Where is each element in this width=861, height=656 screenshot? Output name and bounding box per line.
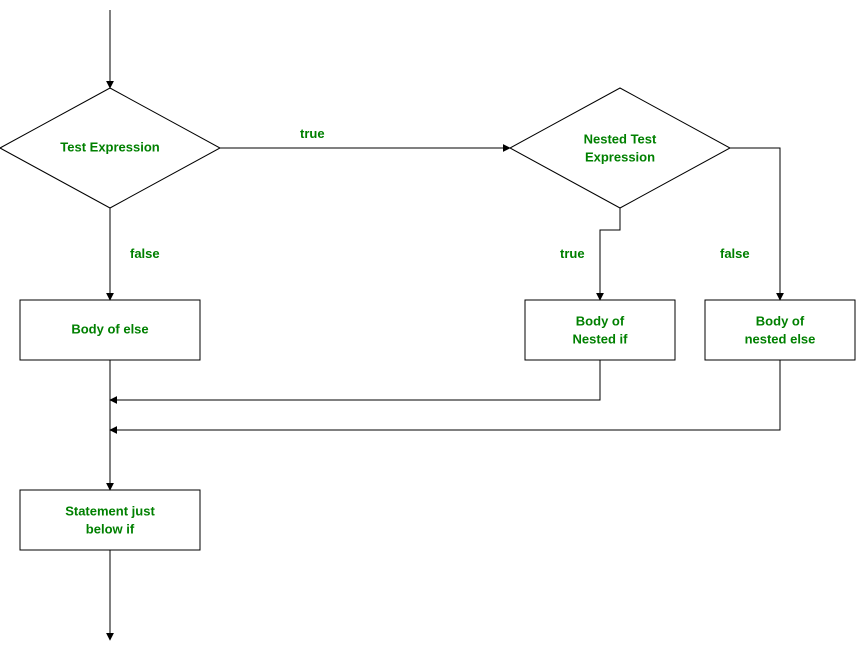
- statement-below-if-label-line2: below if: [86, 521, 135, 536]
- edge-testexpr-true-label: true: [300, 126, 325, 141]
- edge-testexpr-false-label: false: [130, 246, 160, 261]
- edge-nestedelse-merge: [110, 360, 780, 430]
- edge-nested-false: false: [720, 148, 780, 300]
- body-of-nested-if-node: Body of Nested if: [525, 300, 675, 360]
- nested-test-expression-label-line1: Nested Test: [584, 131, 657, 146]
- nested-test-expression-node: Nested Test Expression: [510, 88, 730, 208]
- nested-test-expression-label-line2: Expression: [585, 149, 655, 164]
- statement-below-if-node: Statement just below if: [20, 490, 200, 550]
- test-expression-label: Test Expression: [60, 139, 160, 154]
- edge-nestedif-merge: [110, 360, 600, 400]
- edge-nested-true-label: true: [560, 246, 585, 261]
- body-of-nested-else-label-line1: Body of: [756, 313, 805, 328]
- edge-nested-false-label: false: [720, 246, 750, 261]
- body-of-else-node: Body of else: [20, 300, 200, 360]
- statement-below-if-label-line1: Statement just: [65, 503, 155, 518]
- body-of-nested-if-label-line1: Body of: [576, 313, 625, 328]
- body-of-nested-else-label-line2: nested else: [745, 331, 816, 346]
- body-of-nested-if-label-line2: Nested if: [573, 331, 629, 346]
- edge-testexpr-true: true: [220, 126, 510, 148]
- edge-nested-true: true: [560, 208, 620, 300]
- body-of-nested-else-node: Body of nested else: [705, 300, 855, 360]
- edge-testexpr-false: false: [110, 208, 160, 300]
- test-expression-node: Test Expression: [0, 88, 220, 208]
- body-of-else-label: Body of else: [71, 321, 148, 336]
